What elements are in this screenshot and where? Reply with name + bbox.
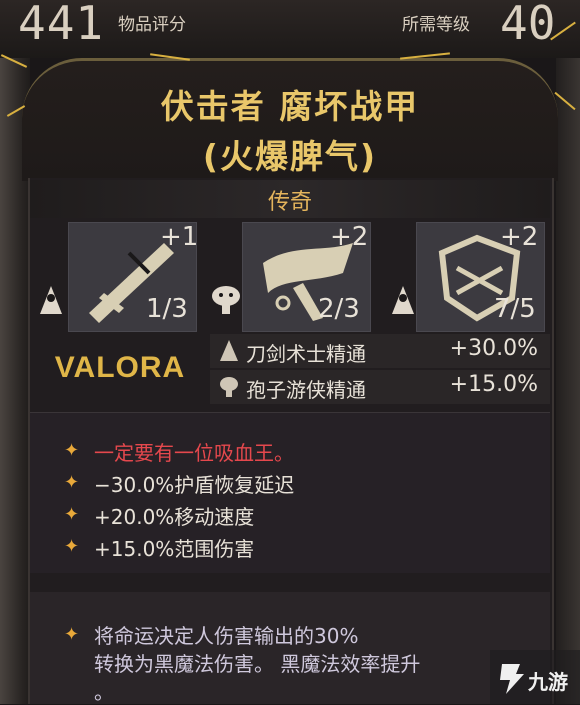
brand-logo: VALORA [54,351,186,384]
bonus-row: 孢子游侠精通 +15.0% [210,370,550,404]
swordsman-class-icon [392,286,414,314]
item-name-line1: 伏击者 腐坏战甲 [160,87,420,126]
item-header: 441 物品评分 所需等级 40 [0,0,580,58]
affix-line: 一定要有一位吸血王。 [94,441,294,465]
watermark-text: 九游 [528,670,568,694]
bonus-row: 刀剑术士精通 +30.0% [210,334,550,368]
bullet-icon: ✦ [64,472,80,493]
skill-3-plus: +2 [500,222,539,252]
bonus-value: +30.0% [449,336,538,361]
item-score: 441 [18,0,105,50]
skill-2-plus: +2 [330,222,369,252]
legendary-effect-line2: 转换为黑魔法伤害。 黑魔法效率提升 [94,652,421,676]
watermark-logo-icon [500,664,524,694]
skill-3-count: 7/5 [494,294,536,324]
bonus-name: 刀剑术士精通 [246,342,366,366]
skill-1-count: 1/3 [146,294,188,324]
item-score-label: 物品评分 [118,15,186,35]
legendary-effect-line1: 将命运决定人伤害输出的30% [94,624,359,648]
item-name-line2: (火爆脾气) [202,137,378,176]
affix-line: +15.0%范围伤害 [94,537,255,561]
item-rarity: 传奇 [267,190,312,215]
spore-class-icon [212,286,240,314]
bullet-icon: ✦ [64,624,80,645]
required-level-label: 所需等级 [402,15,470,35]
affix-line: −30.0%护盾恢复延迟 [94,473,295,497]
bonus-value: +15.0% [449,372,538,397]
bullet-icon: ✦ [64,504,80,525]
affix-line: +20.0%移动速度 [94,505,255,529]
swordsman-class-icon [40,286,62,314]
skill-1-plus: +1 [160,222,199,252]
bonus-name: 孢子游侠精通 [246,378,366,402]
required-level: 40 [500,0,556,50]
bullet-icon: ✦ [64,440,80,461]
legendary-effect-line3: 。 [94,680,114,704]
skill-2-count: 2/3 [318,294,360,324]
swordsman-mastery-icon [220,340,238,361]
bullet-icon: ✦ [64,536,80,557]
spore-mastery-icon [220,377,238,397]
